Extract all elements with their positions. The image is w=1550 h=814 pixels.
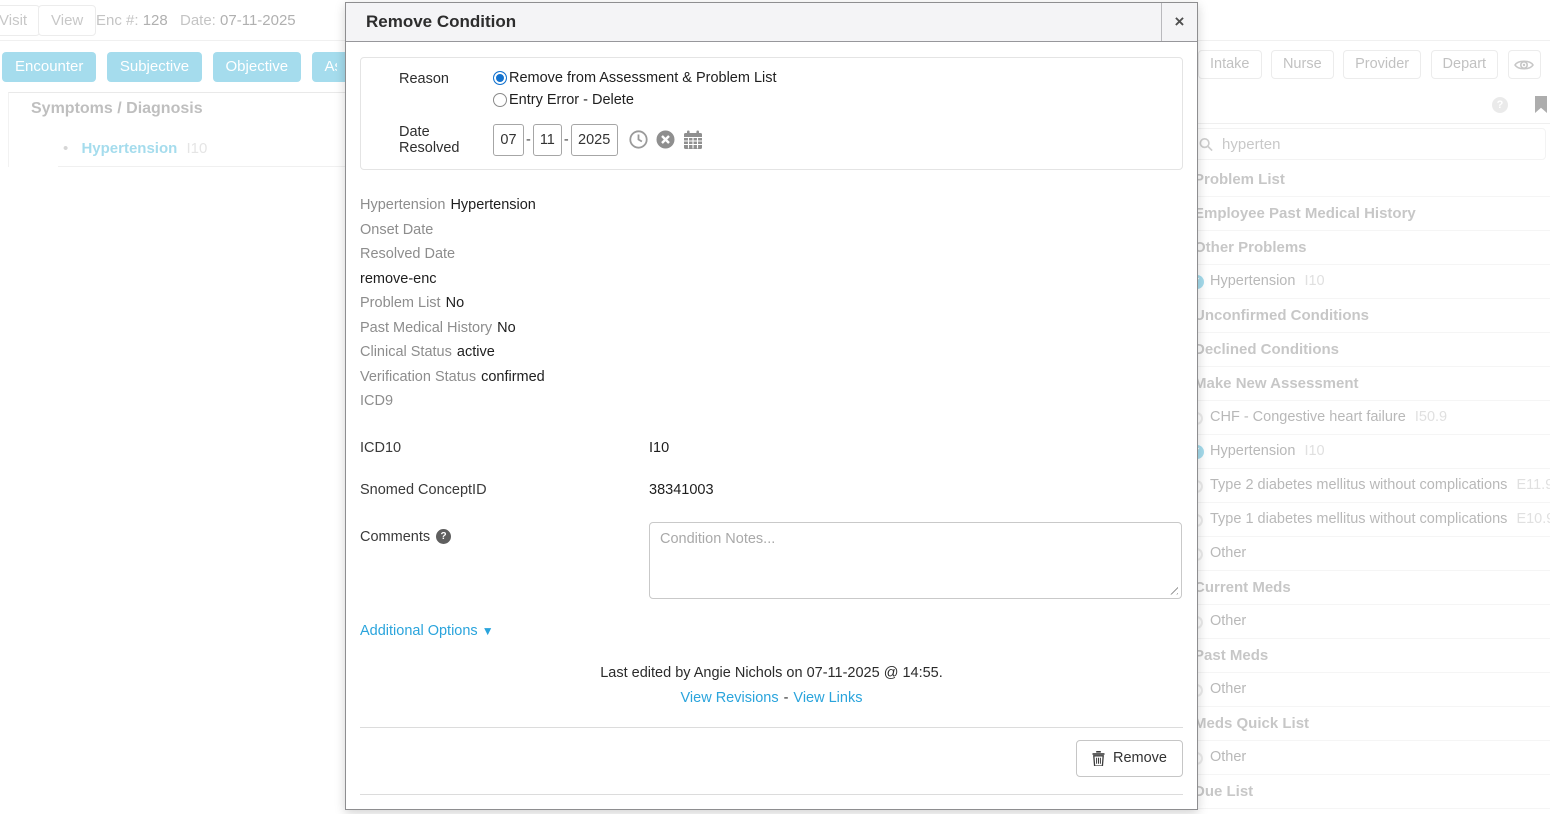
remove-condition-modal: Remove Condition × Reason Remove from As… xyxy=(345,2,1198,810)
code-fields: ICD10I10 Snomed ConceptID38341003 xyxy=(360,440,1183,498)
modal-footer: Remove xyxy=(360,728,1183,794)
condition-notes-textarea[interactable] xyxy=(649,522,1182,599)
detail-value: Hypertension xyxy=(450,197,535,213)
close-icon[interactable]: × xyxy=(1161,3,1197,41)
reason-option[interactable]: Entry Error - Delete xyxy=(493,92,777,108)
detail-row: Past Medical History No xyxy=(360,316,1183,341)
calendar-icon[interactable] xyxy=(683,130,703,150)
date-resolved-row: Date Resolved - - xyxy=(399,123,1172,156)
detail-label: Problem List xyxy=(360,295,441,311)
date-separator: - xyxy=(526,132,531,148)
detail-row: Clinical Status active xyxy=(360,340,1183,365)
date-resolved-label: Date Resolved xyxy=(399,123,493,156)
question-circle-icon[interactable]: ? xyxy=(436,529,451,544)
detail-row: Verification Status confirmed xyxy=(360,365,1183,390)
view-links-link[interactable]: View Links xyxy=(793,690,862,706)
clock-icon[interactable] xyxy=(629,130,648,149)
detail-value: No xyxy=(497,320,516,336)
trash-icon xyxy=(1092,751,1105,766)
code-field-row: Snomed ConceptID38341003 xyxy=(360,482,1183,498)
reason-option[interactable]: Remove from Assessment & Problem List xyxy=(493,70,777,86)
link-separator: - xyxy=(784,690,789,706)
detail-row: Problem List No xyxy=(360,291,1183,316)
detail-row: remove-enc xyxy=(360,267,1183,292)
modal-header: Remove Condition × xyxy=(346,3,1197,42)
detail-label: Past Medical History xyxy=(360,320,492,336)
detail-label: Hypertension xyxy=(360,197,445,213)
remove-button-label: Remove xyxy=(1113,750,1167,766)
additional-options-toggle[interactable]: Additional Options ▼ xyxy=(360,623,1183,639)
detail-value: No xyxy=(446,295,465,311)
comments-row: Comments ? xyxy=(360,522,1183,603)
date-day-input[interactable] xyxy=(533,124,562,156)
modal-body: Reason Remove from Assessment & Problem … xyxy=(346,57,1197,814)
additional-options-label: Additional Options xyxy=(360,623,478,639)
audit-block: Last edited by Angie Nichols on 07-11-20… xyxy=(360,665,1183,706)
code-field-row: ICD10I10 xyxy=(360,440,1183,456)
detail-label: Clinical Status xyxy=(360,344,452,360)
field-value: 38341003 xyxy=(649,482,714,498)
radio-icon[interactable] xyxy=(493,71,507,85)
remove-button[interactable]: Remove xyxy=(1076,740,1183,777)
detail-row: Resolved Date xyxy=(360,242,1183,267)
view-revisions-link[interactable]: View Revisions xyxy=(681,690,779,706)
detail-label: Onset Date xyxy=(360,222,433,238)
field-value: I10 xyxy=(649,440,669,456)
detail-row: Hypertension Hypertension xyxy=(360,193,1183,218)
detail-row: ICD9 xyxy=(360,389,1183,414)
radio-icon[interactable] xyxy=(493,93,507,107)
field-label: ICD10 xyxy=(360,440,649,456)
condition-details: Hypertension Hypertension Onset Date Reso… xyxy=(360,193,1183,414)
modal-title: Remove Condition xyxy=(366,12,516,32)
reason-label: Reason xyxy=(399,70,493,114)
app-canvas: Visit View Enc #: 128 Date: 07-11-2025 E… xyxy=(0,0,1550,814)
field-label: Snomed ConceptID xyxy=(360,482,649,498)
detail-label: Resolved Date xyxy=(360,246,455,262)
detail-value: active xyxy=(457,344,495,360)
chevron-down-icon: ▼ xyxy=(482,624,494,638)
detail-label: Verification Status xyxy=(360,369,476,385)
date-separator: - xyxy=(564,132,569,148)
clear-date-icon[interactable] xyxy=(656,130,675,149)
detail-value: remove-enc xyxy=(360,271,437,287)
detail-row: Onset Date xyxy=(360,218,1183,243)
reason-option-label: Remove from Assessment & Problem List xyxy=(509,70,777,86)
last-edited-text: Last edited by Angie Nichols on 07-11-20… xyxy=(360,665,1183,681)
reason-panel: Reason Remove from Assessment & Problem … xyxy=(360,57,1183,170)
divider xyxy=(360,794,1183,795)
audit-links: View Revisions-View Links xyxy=(360,690,1183,706)
reason-radio-group: Remove from Assessment & Problem List En… xyxy=(493,70,777,114)
detail-value: confirmed xyxy=(481,369,545,385)
date-tools xyxy=(629,130,703,150)
detail-label: ICD9 xyxy=(360,393,393,409)
date-year-input[interactable] xyxy=(571,124,618,156)
reason-option-label: Entry Error - Delete xyxy=(509,92,634,108)
comments-label: Comments xyxy=(360,529,430,545)
date-month-input[interactable] xyxy=(493,124,524,156)
